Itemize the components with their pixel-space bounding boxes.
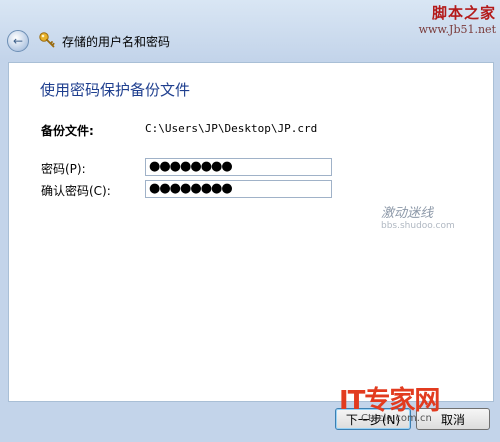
watermark-middle-line1: 激动迷线 — [381, 206, 434, 221]
confirm-password-label: 确认密码(C): — [41, 184, 111, 198]
page-heading: 使用密码保护备份文件 — [40, 81, 191, 99]
backup-file-path: C:\Users\JP\Desktop\JP.crd — [145, 122, 318, 135]
key-icon — [39, 32, 55, 48]
confirm-password-field[interactable]: ●●●●●●●● — [145, 180, 332, 198]
watermark-top-right-line1: 脚本之家 — [431, 4, 496, 22]
title-bar: ← 存储的用户名和密码 — [0, 24, 500, 60]
site-logo-brand: IT专家网 — [339, 386, 440, 416]
password-label: 密码(P): — [41, 162, 86, 176]
content-panel: 使用密码保护备份文件 备份文件: C:\Users\JP\Desktop\JP.… — [8, 62, 494, 402]
site-logo: IT专家网 Ctocio.com.cn — [339, 380, 499, 424]
dialog-window: 脚本之家 www.Jb51.net ← 存储的用户名和密码 使用密码保护备份文件… — [0, 0, 500, 442]
backup-file-label: 备份文件: — [41, 124, 94, 138]
watermark-middle: 激动迷线 bbs.shudoo.com — [381, 202, 455, 231]
watermark-middle-line2: bbs.shudoo.com — [381, 221, 455, 231]
password-field[interactable]: ●●●●●●●● — [145, 158, 332, 176]
window-title: 存储的用户名和密码 — [62, 35, 171, 49]
site-logo-domain: Ctocio.com.cn — [361, 413, 432, 424]
back-arrow-icon: ← — [12, 34, 24, 48]
back-button[interactable]: ← — [7, 30, 29, 52]
